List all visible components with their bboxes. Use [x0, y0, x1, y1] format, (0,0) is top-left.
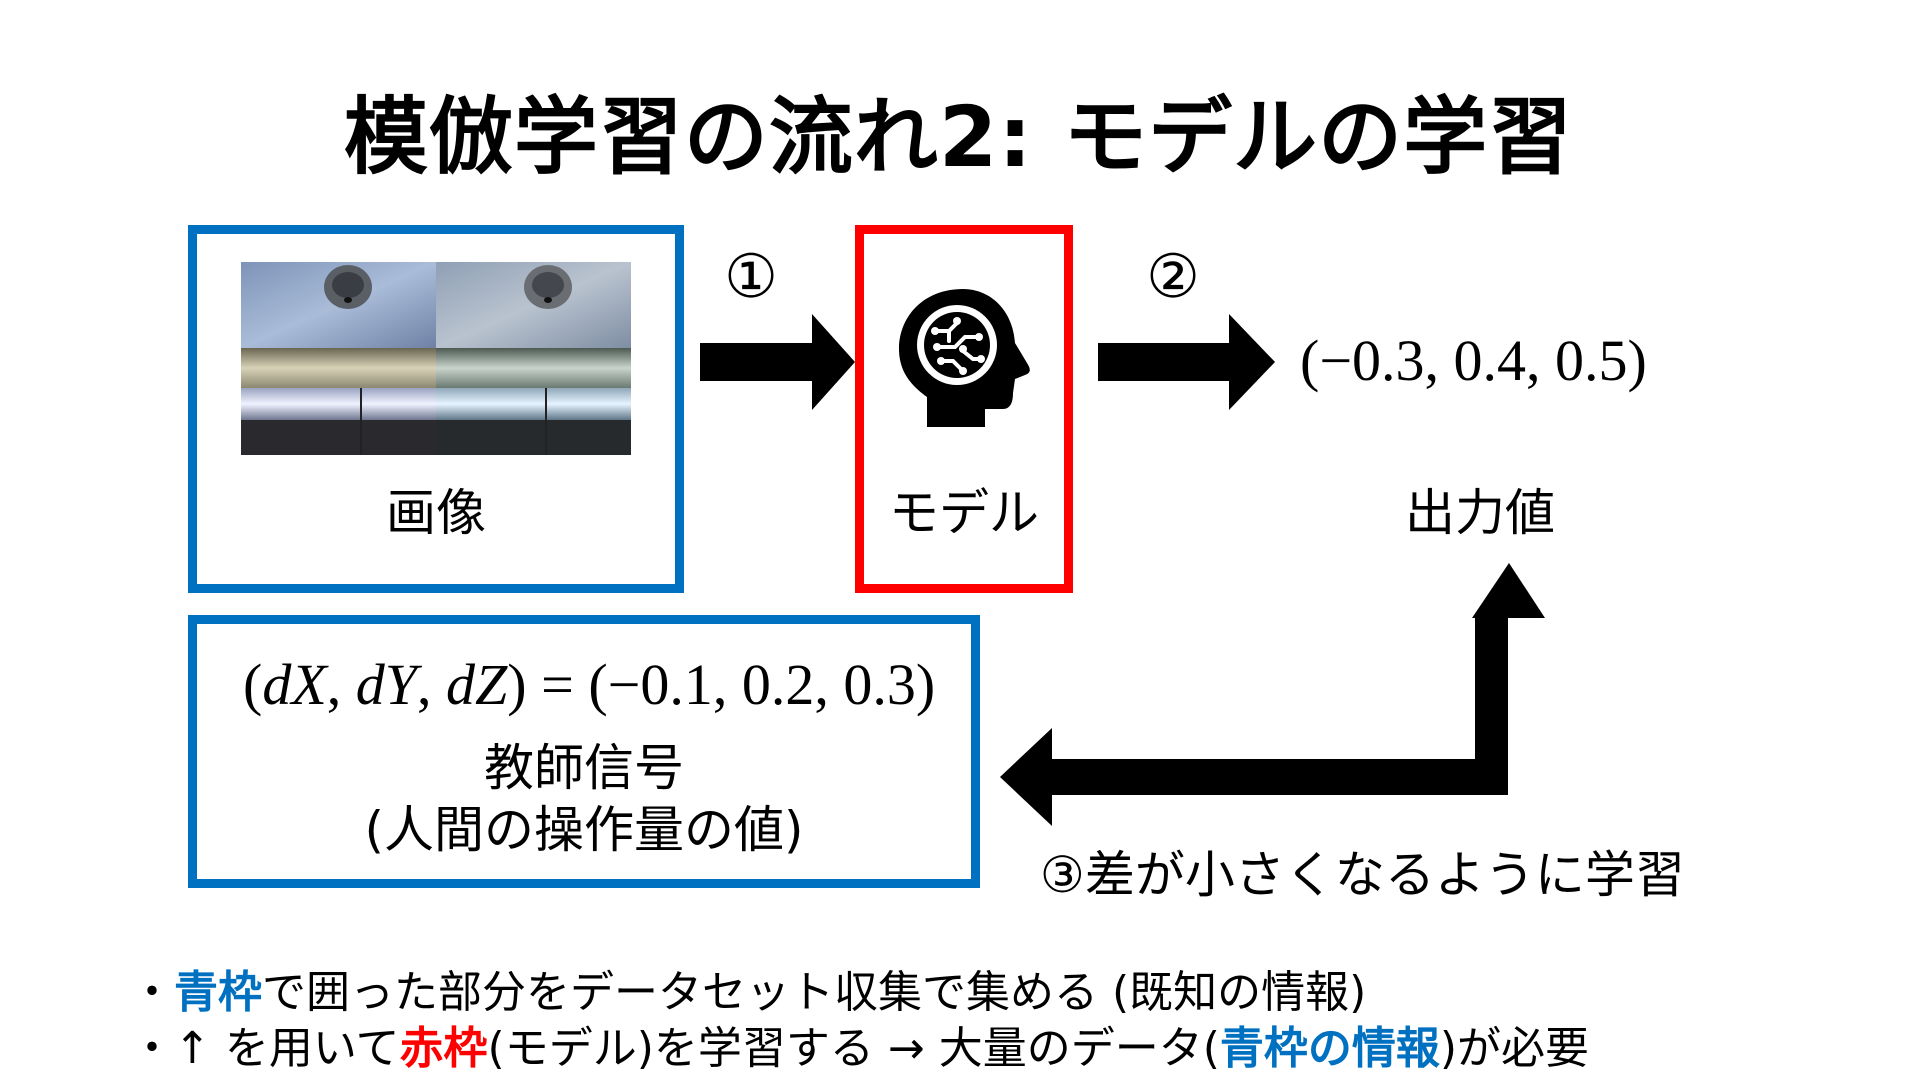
arrow-model-to-output — [1098, 314, 1275, 410]
formula-values: (−0.1, 0.2, 0.3) — [588, 652, 936, 717]
bullet-1: ・青枠で囲った部分をデータセット収集で集める (既知の情報) — [130, 966, 1366, 1020]
formula-equals: = — [526, 652, 589, 717]
teacher-formula: (dX, dY, dZ) = (−0.1, 0.2, 0.3) — [243, 650, 935, 720]
arrow-image-to-model — [700, 314, 855, 410]
formula-z: Z — [475, 652, 508, 717]
bullet1-blue-frame: 青枠 — [174, 967, 262, 1018]
formula-d1: d — [262, 652, 292, 717]
step1-number: ① — [724, 242, 778, 312]
formula-comma2: , — [417, 652, 447, 717]
teacher-signal-label: 教師信号 — [484, 739, 684, 797]
formula-rparen: ) — [507, 652, 527, 717]
bullet-2: ・↑ を用いて赤枠(モデル)を学習する → 大量のデータ(青枠の情報)が必要 — [130, 1022, 1589, 1076]
formula-lparen: ( — [243, 652, 263, 717]
bullet2-text2: (モデル)を学習する → 大量のデータ( — [487, 1023, 1220, 1074]
brain-circuit-head-icon — [899, 289, 1030, 427]
step3-caption: ③差が小さくなるように学習 — [1040, 845, 1685, 905]
bullet2-red-frame: 赤枠 — [399, 1023, 488, 1074]
formula-comma1: , — [326, 652, 356, 717]
step2-number: ② — [1146, 242, 1200, 312]
formula-d3: d — [446, 652, 476, 717]
bullet1-text: で囲った部分をデータセット収集で集める (既知の情報) — [262, 967, 1367, 1018]
arrow-feedback-shaft — [1000, 618, 1508, 826]
teacher-signal-sublabel: (人間の操作量の値) — [364, 801, 804, 859]
bullet2-text1: ↑ を用いて — [174, 1023, 400, 1074]
output-label: 出力値 — [1405, 484, 1555, 542]
bullet-dot: ・ — [130, 1023, 174, 1074]
step3-number: ③ — [1040, 846, 1085, 904]
bullet-dot: ・ — [130, 967, 174, 1018]
formula-d2: d — [355, 652, 385, 717]
image-label: 画像 — [386, 484, 486, 542]
formula-y: Y — [384, 652, 418, 717]
output-value: (−0.3, 0.4, 0.5) — [1300, 328, 1647, 393]
bullet2-blue-frame-info: 青枠の情報 — [1219, 1023, 1440, 1074]
arrow-feedback — [1472, 563, 1545, 618]
bullet2-text3: )が必要 — [1439, 1023, 1590, 1074]
formula-x: X — [291, 652, 327, 717]
model-label: モデル — [889, 484, 1039, 542]
step3-text: 差が小さくなるように学習 — [1084, 846, 1685, 904]
